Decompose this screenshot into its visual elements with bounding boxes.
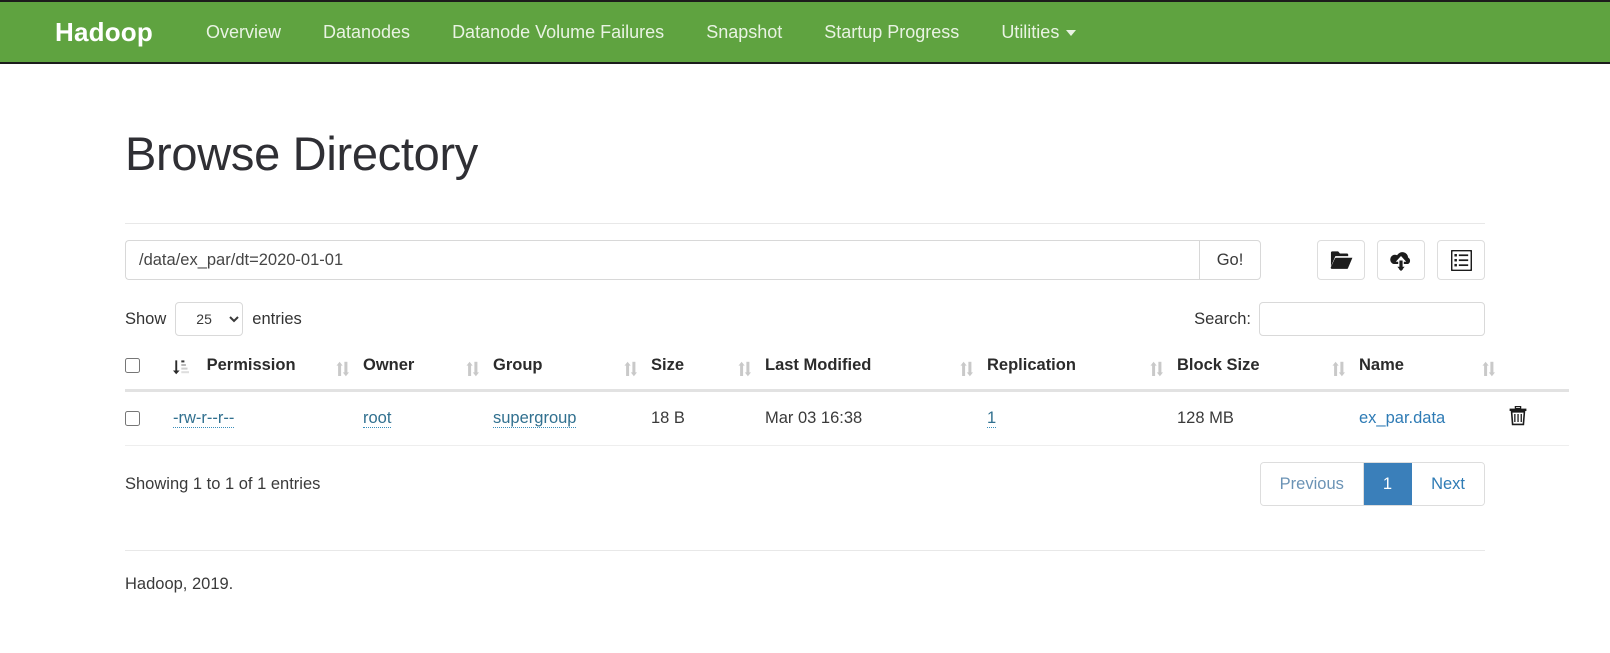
header-replication-label: Replication: [987, 356, 1076, 374]
header-actions: [1509, 350, 1569, 392]
nav-link-utilities[interactable]: Utilities: [980, 2, 1097, 62]
cell-size: 18 B: [651, 390, 765, 446]
page-footer-text: Hadoop, 2019.: [125, 575, 234, 593]
cell-block-size: 128 MB: [1177, 390, 1359, 446]
header-replication[interactable]: Replication: [987, 350, 1177, 392]
cut-paste-button[interactable]: [1437, 240, 1485, 280]
nav-item-snapshot[interactable]: Snapshot: [685, 2, 803, 62]
header-last-modified-label: Last Modified: [765, 356, 872, 374]
header-size-label: Size: [651, 356, 685, 374]
entries-length-control: Show 25 50 100 entries: [125, 302, 302, 336]
search-input[interactable]: [1259, 302, 1485, 336]
nav-item-startup-progress[interactable]: Startup Progress: [803, 2, 980, 62]
cell-name: ex_par.data: [1359, 390, 1509, 446]
main-container: Browse Directory Go!: [110, 126, 1569, 594]
header-owner-label: Owner: [363, 356, 415, 374]
replication-link[interactable]: 1: [987, 409, 997, 428]
header-group[interactable]: Group: [493, 350, 651, 392]
go-button[interactable]: Go!: [1199, 240, 1261, 280]
sort-icon-last-modified[interactable]: [738, 361, 751, 377]
entries-info: Showing 1 to 1 of 1 entries: [125, 474, 321, 493]
header-name-label: Name: [1359, 356, 1404, 374]
cell-last-modified: Mar 03 16:38: [765, 390, 987, 446]
nav-link-datanode-volume-failures[interactable]: Datanode Volume Failures: [431, 2, 685, 62]
files-table: Permission Owner Group Size Last Modifie…: [125, 350, 1569, 446]
group-link[interactable]: supergroup: [493, 409, 577, 428]
file-name-link[interactable]: ex_par.data: [1359, 409, 1445, 427]
table-header-row: Permission Owner Group Size Last Modifie…: [125, 350, 1569, 392]
header-permission-label: Permission: [206, 356, 296, 374]
select-all-checkbox[interactable]: [125, 358, 140, 374]
table-row: -rw-r--r-- root supergroup 18 B Mar 03 1…: [125, 390, 1569, 446]
path-input-group: Go!: [125, 240, 1261, 280]
brand-logo-hadoop[interactable]: Hadoop: [55, 17, 153, 48]
navbar-links: Overview Datanodes Datanode Volume Failu…: [185, 2, 1097, 62]
delete-file-button[interactable]: [1509, 405, 1527, 429]
open-folder-icon: [1330, 250, 1353, 270]
header-select-all[interactable]: [125, 350, 173, 392]
row-select-checkbox[interactable]: [125, 411, 140, 427]
nav-link-overview[interactable]: Overview: [185, 2, 302, 62]
row-select-cell[interactable]: [125, 390, 173, 446]
nav-link-utilities-label: Utilities: [1001, 22, 1060, 42]
sort-icon-size[interactable]: [624, 361, 637, 377]
pagination: Previous 1 Next: [1259, 462, 1485, 506]
pagination-page-1[interactable]: 1: [1363, 463, 1413, 505]
sort-icon-group[interactable]: [466, 361, 479, 377]
title-divider: [125, 223, 1485, 224]
create-directory-button[interactable]: [1317, 240, 1365, 280]
search-label: Search:: [1194, 309, 1251, 328]
nav-item-utilities[interactable]: Utilities: [980, 2, 1097, 62]
datatable-controls: Show 25 50 100 entries Search:: [125, 302, 1485, 336]
path-action-buttons: [1317, 240, 1485, 280]
chevron-down-icon: [1066, 30, 1077, 37]
pagination-previous[interactable]: Previous: [1260, 463, 1364, 505]
cloud-upload-icon: [1389, 250, 1413, 271]
nav-link-datanodes[interactable]: Datanodes: [302, 2, 431, 62]
sort-icon-owner[interactable]: [336, 361, 349, 377]
header-block-size-label: Block Size: [1177, 356, 1260, 374]
header-last-modified[interactable]: Last Modified: [765, 350, 987, 392]
owner-link[interactable]: root: [363, 409, 392, 428]
cell-replication: 1: [987, 390, 1177, 446]
show-label: Show: [125, 309, 167, 328]
cell-actions: [1509, 390, 1569, 446]
nav-link-snapshot[interactable]: Snapshot: [685, 2, 803, 62]
sort-icon-replication[interactable]: [960, 361, 973, 377]
entries-per-page-select[interactable]: 25 50 100: [175, 302, 244, 336]
permission-link[interactable]: -rw-r--r--: [173, 409, 235, 428]
path-bar-row: Go!: [125, 240, 1485, 280]
header-block-size[interactable]: Block Size: [1177, 350, 1359, 392]
sort-amount-desc-icon: [173, 359, 191, 375]
header-permission[interactable]: Permission: [173, 350, 363, 392]
header-size[interactable]: Size: [651, 350, 765, 392]
cell-group: supergroup: [493, 390, 651, 446]
directory-path-input[interactable]: [125, 240, 1199, 280]
header-group-label: Group: [493, 356, 543, 374]
nav-item-datanodes[interactable]: Datanodes: [302, 2, 431, 62]
header-name[interactable]: Name: [1359, 350, 1509, 392]
sort-icon-name[interactable]: [1332, 361, 1345, 377]
nav-link-startup-progress[interactable]: Startup Progress: [803, 2, 980, 62]
list-alt-icon: [1450, 249, 1472, 271]
cell-permission: -rw-r--r--: [173, 390, 363, 446]
upload-files-button[interactable]: [1377, 240, 1425, 280]
nav-item-datanode-volume-failures[interactable]: Datanode Volume Failures: [431, 2, 685, 62]
sort-icon-trailing[interactable]: [1482, 361, 1495, 377]
nav-item-overview[interactable]: Overview: [185, 2, 302, 62]
page-title: Browse Directory: [125, 127, 479, 180]
top-navbar: Hadoop Overview Datanodes Datanode Volum…: [0, 0, 1610, 64]
header-owner[interactable]: Owner: [363, 350, 493, 392]
datatable-footer: Showing 1 to 1 of 1 entries Previous 1 N…: [125, 462, 1485, 506]
cell-owner: root: [363, 390, 493, 446]
pagination-next[interactable]: Next: [1412, 463, 1484, 505]
trash-icon: [1509, 405, 1527, 429]
entries-label: entries: [252, 309, 302, 328]
sort-icon-block-size[interactable]: [1150, 361, 1163, 377]
search-control: Search:: [1194, 302, 1485, 336]
